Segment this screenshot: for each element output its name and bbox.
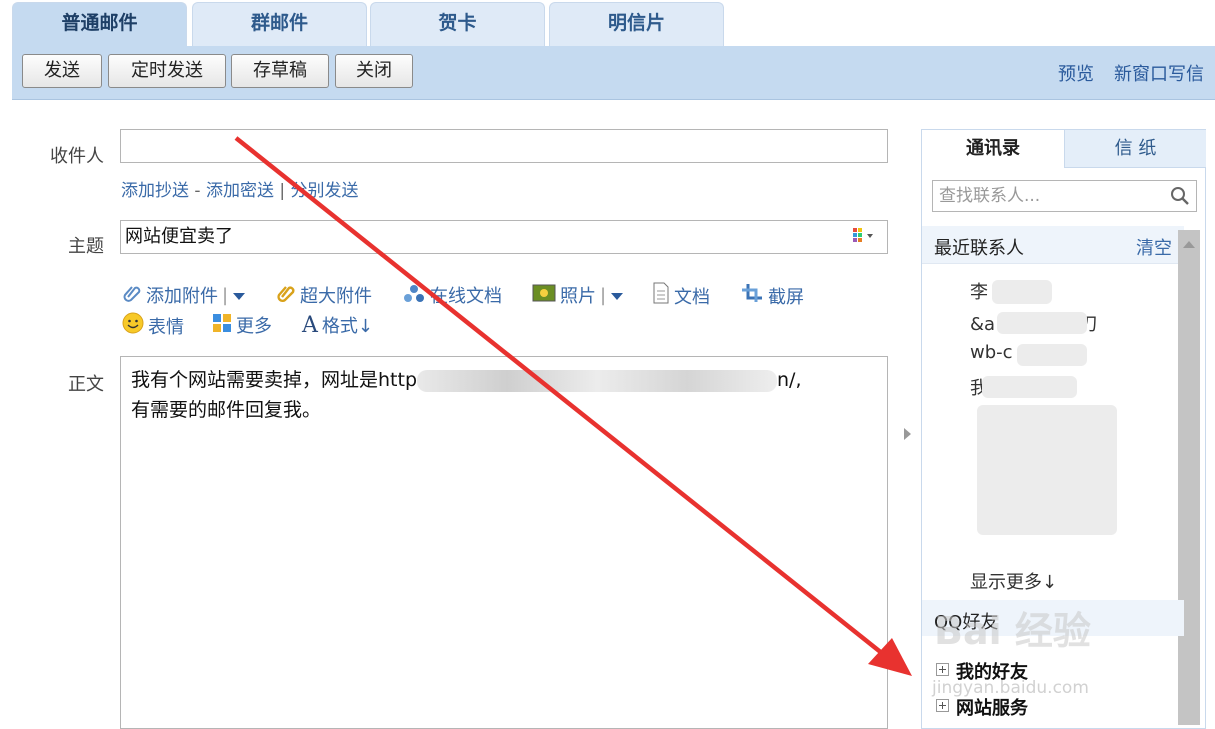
add-bcc-link[interactable]: 添加密送 [206, 181, 274, 201]
to-input[interactable] [120, 129, 888, 163]
tab-postcard[interactable]: 明信片 [549, 2, 724, 46]
clear-recent-link[interactable]: 清空 [1136, 234, 1172, 260]
compose-type-tabs: 普通邮件 群邮件 贺卡 明信片 [12, 0, 1215, 46]
save-draft-button[interactable]: 存草稿 [231, 54, 329, 88]
more-label: 更多 [236, 316, 272, 337]
subject-label: 主题 [68, 236, 104, 257]
emoji-button[interactable]: 表情 [122, 312, 184, 339]
scissors-icon [740, 282, 764, 309]
scroll-up-icon[interactable] [1182, 234, 1196, 253]
to-label: 收件人 [50, 146, 104, 167]
grid-icon [212, 313, 232, 338]
search-icon[interactable] [1170, 186, 1190, 216]
chevron-down-icon[interactable] [232, 285, 246, 306]
recent-contacts-header: 最近联系人 清空 [922, 226, 1184, 264]
large-attachment-label: 超大附件 [300, 286, 372, 307]
compose-toolbar: 发送 定时发送 存草稿 关闭 预览 新窗口写信 [12, 46, 1215, 100]
online-doc-label: 在线文档 [430, 286, 502, 307]
tab-normal-mail[interactable]: 普通邮件 [12, 2, 187, 46]
add-cc-link[interactable]: 添加抄送 [121, 181, 189, 201]
online-doc-button[interactable]: 在线文档 [402, 282, 502, 308]
more-button[interactable]: 更多 [212, 312, 272, 338]
separate-send-link[interactable]: 分别发送 [291, 181, 359, 201]
close-button[interactable]: 关闭 [335, 54, 413, 88]
expand-plus-icon[interactable] [936, 697, 950, 718]
subject-value: 网站便宜卖了 [125, 226, 233, 247]
format-label: 格式↓ [321, 316, 373, 337]
large-attachment-button[interactable]: 超大附件 [276, 282, 372, 308]
screenshot-button[interactable]: 截屏 [740, 282, 804, 309]
body-label: 正文 [68, 374, 104, 395]
contact-search-input[interactable]: 查找联系人... [932, 180, 1197, 212]
photo-button[interactable]: 照片 | [532, 282, 624, 308]
redaction-blur [997, 312, 1087, 334]
contacts-panel: 通讯录 信 纸 查找联系人... 最近联系人 清空 李 &a w1561A 刀 … [921, 129, 1206, 729]
tab-group-mail[interactable]: 群邮件 [192, 2, 367, 46]
show-more-link[interactable]: 显示更多↓ [970, 568, 1057, 594]
photo-label: 照片 [560, 286, 596, 307]
body-editor[interactable]: 我有个网站需要卖掉，网址是http n/, 有需要的邮件回复我。 [120, 356, 888, 729]
add-attachment-button[interactable]: 添加附件 | [122, 282, 246, 308]
body-line-1: 我有个网站需要卖掉，网址是http n/, [131, 365, 877, 395]
photo-icon [532, 283, 556, 308]
paperclip-gold-icon [276, 283, 296, 308]
preview-link[interactable]: 预览 [1058, 60, 1094, 86]
recipient-options: 添加抄送 - 添加密送 | 分别发送 [121, 181, 359, 201]
scheduled-send-button[interactable]: 定时发送 [108, 54, 226, 88]
watermark-url: jingyan.baidu.com [932, 678, 1089, 698]
tab-greeting-card[interactable]: 贺卡 [370, 2, 545, 46]
format-button[interactable]: A 格式↓ [302, 312, 373, 338]
body-line-1-prefix: 我有个网站需要卖掉，网址是http [131, 369, 418, 391]
emoji-label: 表情 [148, 316, 184, 338]
font-a-icon: A [302, 312, 318, 338]
color-picker-icon[interactable] [853, 221, 877, 253]
new-window-link[interactable]: 新窗口写信 [1114, 60, 1204, 86]
screenshot-label: 截屏 [768, 286, 804, 308]
panel-toggle-icon[interactable] [902, 426, 912, 445]
document-button[interactable]: 文档 [652, 282, 710, 309]
redaction-blur [982, 376, 1077, 398]
redacted-url [417, 369, 778, 392]
recent-contact[interactable]: 李 [970, 278, 988, 304]
cloud-share-icon [402, 283, 426, 308]
document-icon [652, 282, 670, 309]
baidu-watermark: Bai 经验 [934, 609, 1091, 653]
tab-stationery[interactable]: 信 纸 [1064, 130, 1206, 168]
subject-input[interactable]: 网站便宜卖了 [120, 220, 888, 254]
redaction-blur [992, 280, 1052, 304]
scrollbar[interactable] [1178, 230, 1200, 725]
chevron-down-icon[interactable] [610, 285, 624, 306]
redaction-blur [1017, 344, 1087, 366]
contact-search-placeholder: 查找联系人... [939, 186, 1041, 206]
add-attachment-label: 添加附件 [146, 286, 218, 307]
tab-contacts[interactable]: 通讯录 [922, 130, 1064, 168]
redaction-blur [977, 405, 1117, 535]
paperclip-icon [122, 283, 142, 308]
smiley-icon [122, 312, 144, 339]
document-label: 文档 [674, 286, 710, 308]
body-line-2: 有需要的邮件回复我。 [131, 399, 322, 421]
recent-contacts-title: 最近联系人 [934, 238, 1024, 259]
send-button[interactable]: 发送 [22, 54, 102, 88]
body-line-1-suffix: n/, [777, 369, 802, 391]
